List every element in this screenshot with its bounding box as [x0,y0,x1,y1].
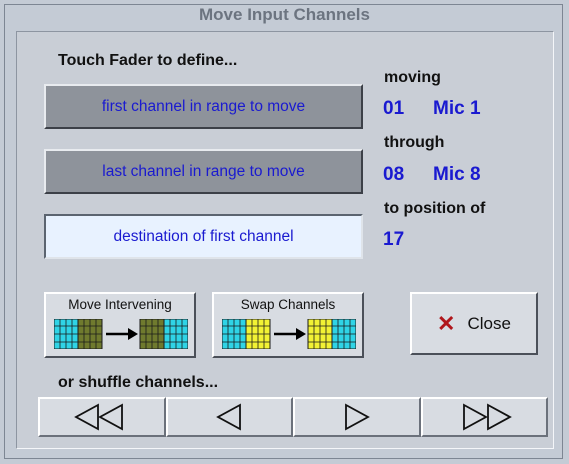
window-title: Move Input Channels [199,5,370,24]
position-number: 17 [383,229,405,250]
first-channel-button[interactable]: first channel in range to move [44,84,363,129]
through-number: 08 [383,164,405,185]
touch-fader-instruction: Touch Fader to define... [58,52,238,69]
shuffle-far-left-button[interactable] [38,397,166,437]
shuffle-right-button[interactable] [293,397,421,437]
swap-channels-label: Swap Channels [240,297,336,312]
swap-channels-button[interactable]: Swap Channels [212,292,364,358]
shuffle-far-right-button[interactable] [420,397,548,437]
through-name: Mic 8 [433,164,481,185]
moving-name: Mic 1 [433,98,481,119]
moving-label: moving [384,69,441,86]
double-left-arrow-icon [73,403,123,431]
shuffle-bar [38,397,548,437]
right-arrow-icon [344,403,370,431]
close-label: Close [467,313,511,333]
close-button[interactable]: ✕ Close [410,292,538,355]
shuffle-instruction: or shuffle channels... [58,374,219,391]
shuffle-left-button[interactable] [165,397,293,437]
position-label: to position of [384,200,486,217]
close-x-icon: ✕ [437,310,456,336]
last-channel-button[interactable]: last channel in range to move [44,149,363,194]
moving-number: 01 [383,98,405,119]
swap-channels-icon [222,319,356,349]
move-intervening-button[interactable]: Move Intervening [44,292,196,358]
through-label: through [384,134,445,151]
destination-button[interactable]: destination of first channel [44,214,363,259]
move-intervening-label: Move Intervening [68,297,172,312]
move-intervening-icon [54,319,188,349]
left-arrow-icon [216,403,242,431]
double-right-arrow-icon [463,403,513,431]
